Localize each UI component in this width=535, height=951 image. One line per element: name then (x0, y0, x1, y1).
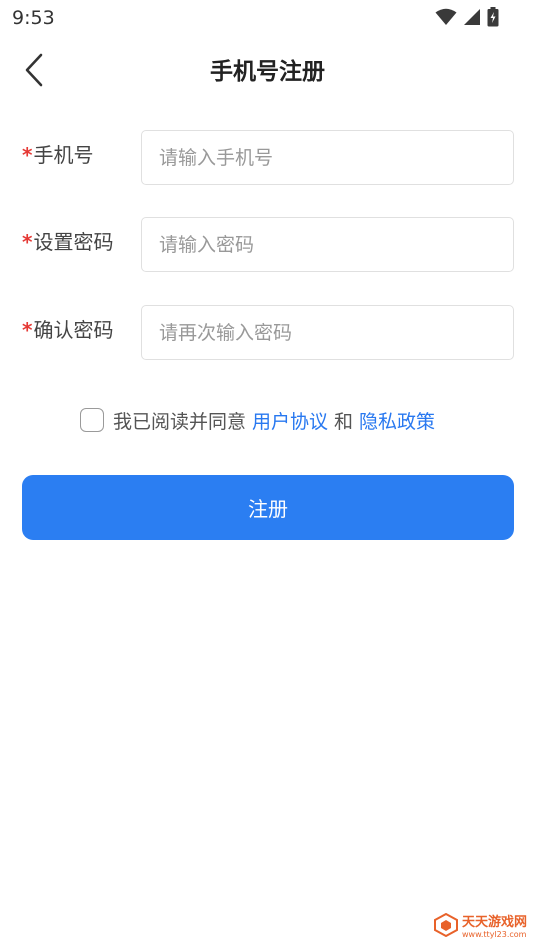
privacy-policy-link[interactable]: 隐私政策 (359, 407, 435, 434)
confirm-password-row: *确认密码 (0, 305, 535, 361)
agreement-and: 和 (334, 410, 354, 433)
watermark: 天天游戏网 www.ttyl23.com (433, 912, 527, 941)
status-bar: 9:53 (0, 0, 535, 36)
watermark-name: 天天游戏网 (461, 914, 527, 930)
wifi-icon (435, 8, 457, 26)
required-mark: * (22, 230, 33, 254)
password-label: *设置密码 (22, 217, 113, 273)
required-mark: * (22, 318, 33, 342)
user-agreement-link[interactable]: 用户协议 (252, 407, 328, 434)
confirm-password-label: *确认密码 (22, 305, 113, 361)
password-label-text: 设置密码 (33, 230, 114, 254)
required-mark: * (22, 143, 33, 167)
status-icons (435, 7, 499, 27)
nav-bar: 手机号注册 (0, 42, 535, 102)
password-input[interactable] (141, 217, 514, 272)
phone-label: *手机号 (22, 130, 93, 186)
password-row: *设置密码 (0, 217, 535, 273)
confirm-password-input[interactable] (141, 305, 514, 360)
phone-row: *手机号 (0, 130, 535, 186)
watermark-text: 天天游戏网 www.ttyl23.com (462, 916, 527, 939)
page-title: 手机号注册 (210, 59, 325, 85)
battery-icon (487, 7, 499, 27)
watermark-url: www.ttyl23.com (461, 929, 527, 939)
phone-label-text: 手机号 (33, 143, 94, 167)
agreement: 我已阅读并同意 用户协议 和 隐私政策 (80, 406, 441, 434)
agreement-text: 我已阅读并同意 (113, 410, 247, 433)
agree-checkbox[interactable] (80, 408, 104, 432)
phone-input[interactable] (141, 130, 514, 185)
watermark-logo-icon (433, 912, 458, 941)
status-time: 9:53 (12, 7, 55, 29)
register-button[interactable]: 注册 (22, 475, 514, 540)
confirm-password-label-text: 确认密码 (33, 318, 114, 342)
signal-icon (463, 8, 481, 26)
